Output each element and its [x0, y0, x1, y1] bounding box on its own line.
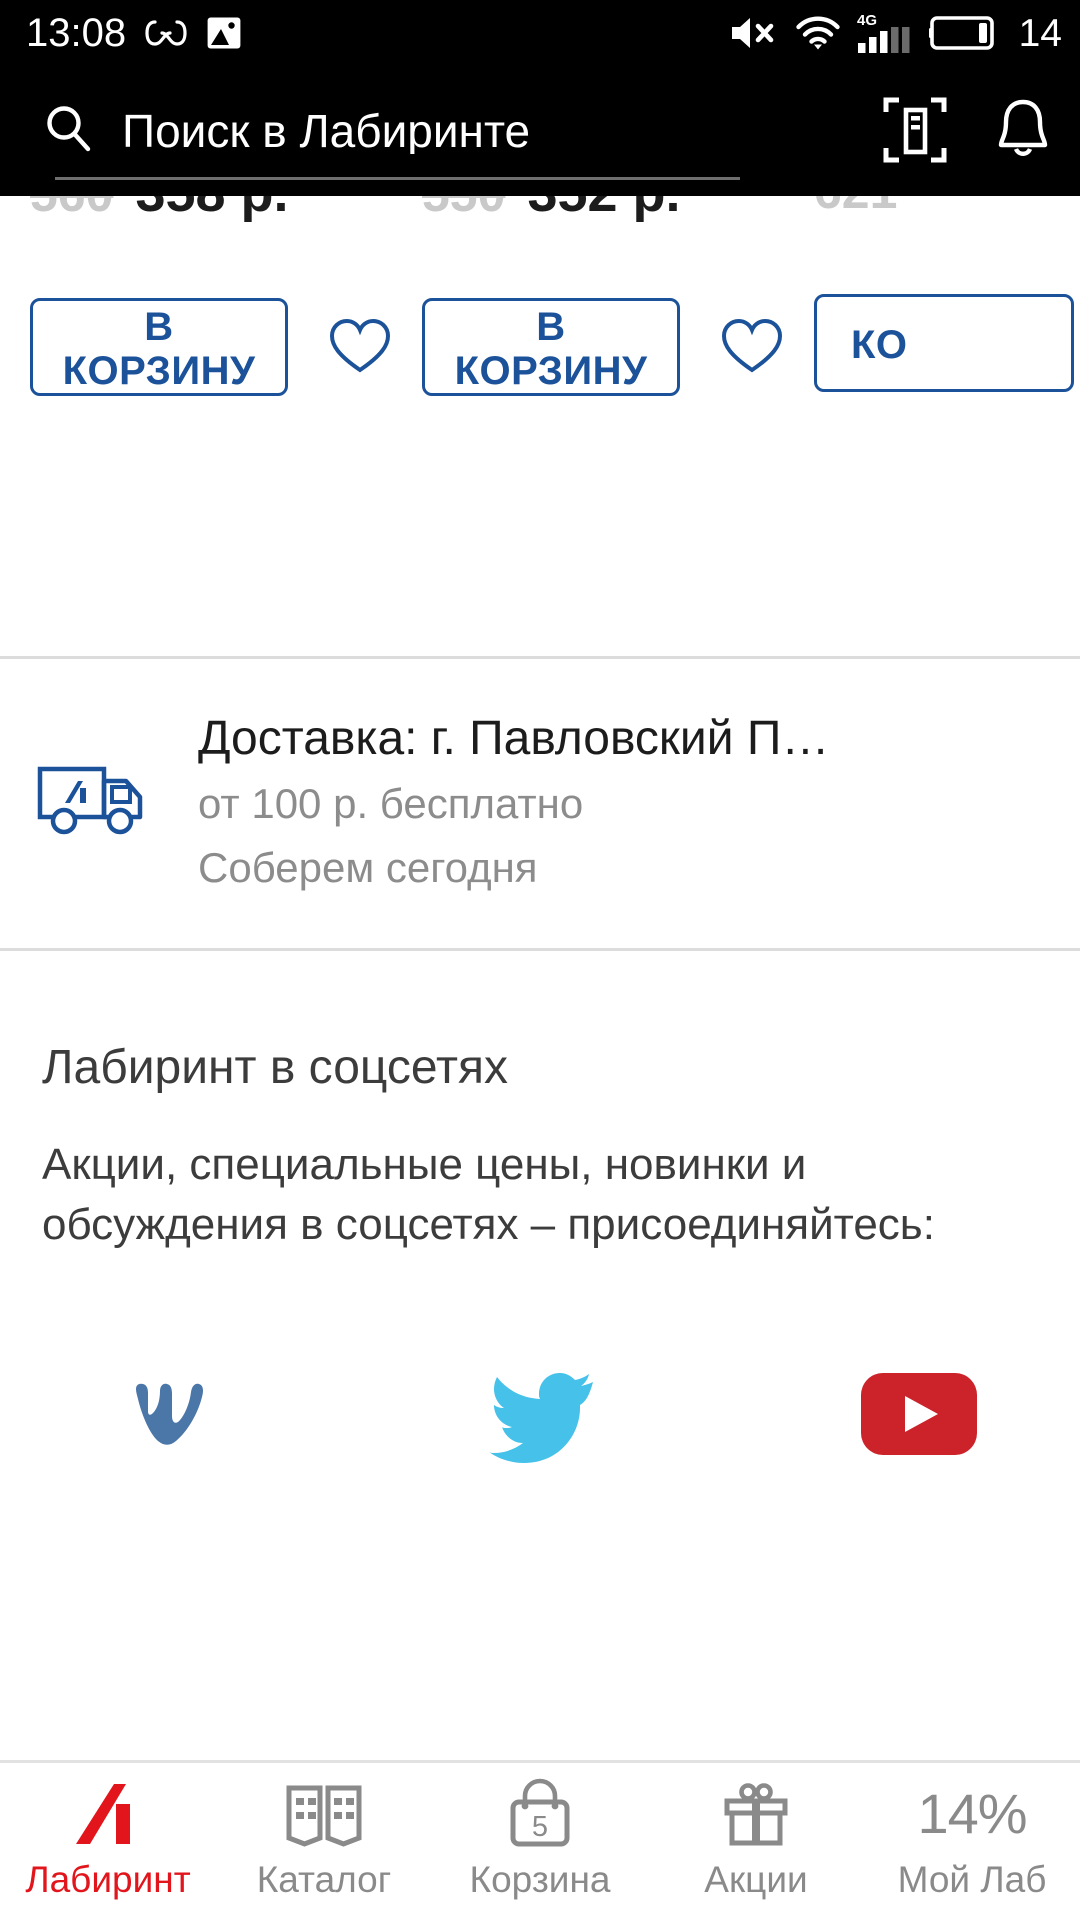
current-price: 352 р. — [527, 196, 680, 224]
screenshot-icon — [206, 15, 242, 51]
add-to-cart-label-line2: КО — [851, 323, 908, 367]
old-price: 621 — [814, 196, 897, 220]
social-section-description: Акции, специальные цены, новинки и обсуж… — [42, 1139, 935, 1250]
add-to-cart-label-line1: В — [536, 305, 566, 349]
wifi-icon — [795, 15, 841, 51]
status-bar-right: 4G 14 — [729, 12, 1062, 54]
header-actions — [882, 94, 1052, 169]
old-price: 550 — [422, 196, 505, 223]
discount-percent-value: 14% — [917, 1782, 1027, 1845]
delivery-info-block[interactable]: Доставка: г. Павловский П… от 100 р. бес… — [0, 659, 1080, 949]
product-card[interactable]: 560 358 р. В КОРЗИНУ — [0, 196, 392, 396]
nav-label-promotions: Акции — [704, 1859, 808, 1900]
product-card-partial[interactable]: 621 КО — [784, 196, 1080, 396]
nav-item-promotions[interactable]: Акции — [648, 1763, 864, 1898]
battery-icon — [928, 14, 999, 52]
add-to-cart-label-line2: КОРЗИНУ — [62, 349, 256, 393]
status-bar: 13:08 4G 14 — [0, 0, 1080, 66]
delivery-free-threshold: от 100 р. бесплатно — [198, 779, 584, 827]
shopping-bag-icon: 5 — [503, 1777, 577, 1851]
cart-badge-count: 5 — [532, 1811, 548, 1843]
search-placeholder-text: Поиск в Лабиринте — [122, 108, 531, 154]
add-to-cart-button[interactable]: В КОРЗИНУ — [422, 298, 680, 396]
card-actions: В КОРЗИНУ — [30, 298, 392, 396]
card-actions: КО — [814, 294, 1080, 392]
search-field[interactable]: Поиск в Лабиринте — [40, 101, 862, 162]
current-price: 358 р. — [135, 196, 288, 224]
youtube-icon[interactable] — [689, 1372, 978, 1456]
add-to-cart-button[interactable]: КО — [814, 294, 1074, 392]
add-to-cart-label-line2: КОРЗИНУ — [454, 349, 648, 393]
nav-label-cart: Корзина — [469, 1859, 611, 1900]
vk-icon[interactable] — [112, 1371, 401, 1457]
discount-percent-icon: 14% — [917, 1777, 1027, 1851]
price-group: 621 — [814, 196, 1080, 220]
product-row: 560 358 р. В КОРЗИНУ 550 352 р. — [0, 196, 1080, 396]
search-underline — [55, 177, 740, 180]
social-section-title: Лабиринт в соцсетях — [42, 1041, 508, 1095]
search-icon — [40, 101, 96, 162]
mute-icon — [729, 15, 779, 51]
gift-box-icon — [718, 1777, 794, 1851]
nav-item-cart[interactable]: 5 Корзина — [432, 1763, 648, 1898]
social-section: Лабиринт в соцсетях Акции, специальные ц… — [0, 951, 1080, 1464]
delivery-truck-icon — [34, 759, 154, 848]
heart-outline-icon[interactable] — [328, 317, 392, 378]
nav-item-labirint[interactable]: Лабиринт — [0, 1763, 216, 1898]
nav-item-my-lab[interactable]: 14% Мой Лаб — [864, 1763, 1080, 1900]
nav-label-catalog: Каталог — [256, 1859, 392, 1900]
nav-label-my-lab: Мой Лаб — [897, 1859, 1047, 1900]
price-group: 550 352 р. — [422, 196, 784, 224]
signal-icon: 4G — [857, 12, 913, 54]
delivery-eta: Соберем сегодня — [198, 843, 538, 891]
barcode-scanner-icon[interactable] — [882, 94, 948, 169]
twitter-icon[interactable] — [401, 1364, 690, 1464]
nav-item-catalog[interactable]: Каталог — [216, 1763, 432, 1898]
catalog-book-icon — [284, 1777, 364, 1851]
status-clock: 13:08 — [26, 11, 127, 55]
notification-bell-icon[interactable] — [994, 96, 1052, 167]
status-bar-left: 13:08 — [26, 13, 242, 53]
price-group: 560 358 р. — [30, 196, 392, 224]
bottom-navigation-bar: Лабиринт Каталог 5 Корзина Акции 14% Мой… — [0, 1760, 1080, 1920]
old-price: 560 — [30, 196, 113, 223]
social-links — [42, 1364, 1038, 1464]
search-header: Поиск в Лабиринте — [0, 66, 1080, 196]
infinity-icon — [144, 18, 188, 48]
delivery-city-label: Доставка: г. Павловский П… — [198, 712, 830, 765]
nav-label-labirint: Лабиринт — [25, 1859, 191, 1900]
svg-text:4G: 4G — [857, 12, 877, 29]
battery-percent-label: 14 — [1018, 11, 1062, 55]
card-actions: В КОРЗИНУ — [422, 298, 784, 396]
product-carousel[interactable]: 560 358 р. В КОРЗИНУ 550 352 р. — [0, 196, 1080, 656]
labirint-logo-icon — [66, 1777, 150, 1851]
heart-outline-icon[interactable] — [720, 317, 784, 378]
product-card[interactable]: 550 352 р. В КОРЗИНУ — [392, 196, 784, 396]
delivery-text: Доставка: г. Павловский П… от 100 р. бес… — [198, 711, 1050, 896]
add-to-cart-label-line1: В — [144, 305, 174, 349]
add-to-cart-button[interactable]: В КОРЗИНУ — [30, 298, 288, 396]
